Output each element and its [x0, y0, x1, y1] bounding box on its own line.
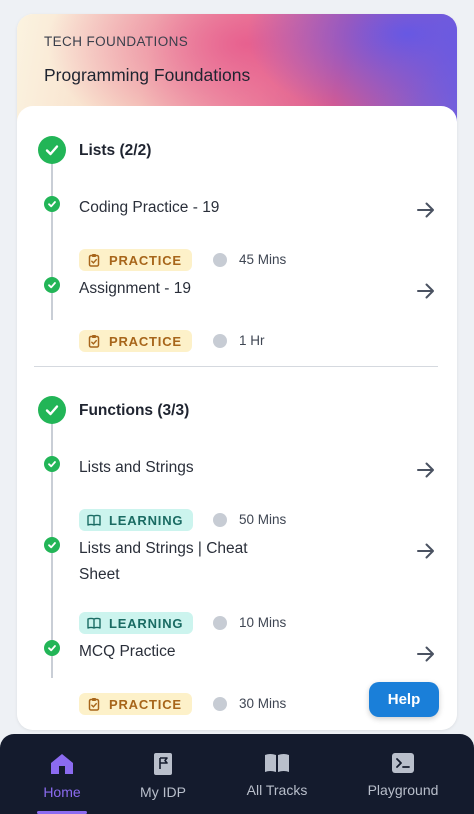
nav-playground[interactable]: Playground	[358, 734, 448, 814]
item-title-lists-and-strings[interactable]: Lists and Strings	[79, 455, 194, 481]
arrow-right-icon[interactable]	[415, 459, 437, 481]
clock-icon	[213, 615, 227, 630]
duration: 1 Hr	[213, 333, 265, 348]
clipboard-icon	[88, 335, 100, 348]
item-complete-icon	[44, 537, 60, 553]
item-title-mcq-practice[interactable]: MCQ Practice	[79, 639, 175, 665]
learning-badge: LEARNING	[79, 612, 194, 634]
practice-badge: PRACTICE	[79, 330, 192, 352]
clock-icon	[213, 252, 227, 267]
item-complete-icon	[44, 640, 60, 656]
section-complete-icon	[38, 396, 66, 424]
learning-badge: LEARNING	[79, 509, 194, 531]
badge-label: LEARNING	[109, 512, 184, 528]
item-title-cheat-sheet[interactable]: Lists and Strings | Cheat Sheet	[79, 536, 248, 588]
arrow-right-icon[interactable]	[415, 540, 437, 562]
item-title-line: Sheet	[79, 566, 120, 583]
bottom-nav: Home My IDP All Tracks Playground	[0, 734, 474, 814]
arrow-right-icon[interactable]	[415, 643, 437, 665]
nav-label: Playground	[367, 782, 439, 798]
practice-badge: PRACTICE	[79, 693, 192, 715]
duration: 30 Mins	[213, 696, 286, 711]
terminal-icon	[392, 753, 414, 773]
nav-all-tracks[interactable]: All Tracks	[234, 734, 320, 814]
home-icon	[51, 754, 73, 774]
duration: 45 Mins	[213, 252, 286, 267]
item-complete-icon	[44, 456, 60, 472]
duration-text: 1 Hr	[239, 333, 265, 348]
section-title-lists[interactable]: Lists (2/2)	[79, 142, 151, 160]
practice-badge: PRACTICE	[79, 249, 192, 271]
badge-label: PRACTICE	[109, 333, 182, 349]
book-icon	[265, 754, 289, 772]
duration-text: 10 Mins	[239, 615, 287, 630]
section-title-functions[interactable]: Functions (3/3)	[79, 402, 189, 420]
duration: 50 Mins	[213, 512, 286, 527]
duration: 10 Mins	[213, 615, 286, 630]
arrow-right-icon[interactable]	[415, 280, 437, 302]
clock-icon	[213, 512, 227, 527]
help-button[interactable]: Help	[369, 682, 439, 717]
item-complete-icon	[44, 277, 60, 293]
course-card: TECH FOUNDATIONS Programming Foundations…	[17, 14, 457, 730]
book-open-icon	[87, 617, 101, 629]
item-title-line: Lists and Strings | Cheat	[79, 540, 248, 557]
nav-my-idp[interactable]: My IDP	[123, 734, 203, 814]
book-open-icon	[87, 514, 101, 526]
duration-text: 30 Mins	[239, 696, 287, 711]
badge-label: PRACTICE	[109, 252, 182, 268]
clipboard-icon	[88, 698, 100, 711]
clock-icon	[213, 696, 227, 711]
item-title-assignment[interactable]: Assignment - 19	[79, 276, 191, 302]
section-complete-icon	[38, 136, 66, 164]
clipboard-icon	[88, 254, 100, 267]
arrow-right-icon[interactable]	[415, 199, 437, 221]
item-title-coding-practice[interactable]: Coding Practice - 19	[79, 195, 219, 221]
duration-text: 45 Mins	[239, 252, 287, 267]
course-title: Programming Foundations	[44, 65, 251, 85]
nav-home[interactable]: Home	[22, 734, 102, 814]
section-divider	[34, 366, 438, 367]
nav-label: My IDP	[140, 784, 186, 800]
nav-label: All Tracks	[246, 782, 308, 798]
item-complete-icon	[44, 196, 60, 212]
flag-doc-icon	[154, 753, 172, 775]
badge-label: PRACTICE	[109, 696, 182, 712]
nav-label: Home	[43, 784, 81, 800]
badge-label: LEARNING	[109, 615, 184, 631]
progress-rail	[51, 162, 53, 320]
track-label: TECH FOUNDATIONS	[44, 34, 189, 49]
clock-icon	[213, 333, 227, 348]
course-content: Lists (2/2) Coding Practice - 19 PRACTIC…	[17, 106, 457, 730]
duration-text: 50 Mins	[239, 512, 287, 527]
